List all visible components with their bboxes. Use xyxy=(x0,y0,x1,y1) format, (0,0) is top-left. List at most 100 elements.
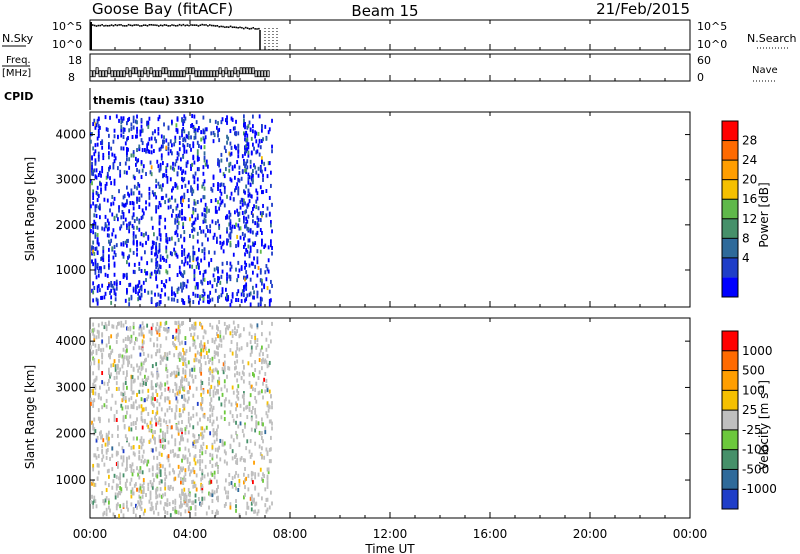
heatmap-cell xyxy=(185,284,188,289)
heatmap-cell xyxy=(137,158,140,163)
heatmap-cell xyxy=(101,405,104,410)
heatmap-cell xyxy=(101,434,104,439)
heatmap-cell xyxy=(223,321,226,326)
heatmap-cell xyxy=(238,165,241,170)
heatmap-cell xyxy=(133,270,136,275)
heatmap-cell xyxy=(212,375,215,380)
heatmap-cell xyxy=(249,439,252,444)
heatmap-cell xyxy=(92,467,95,472)
heatmap-cell xyxy=(176,254,179,259)
heatmap-cell xyxy=(165,474,168,479)
heatmap-cell xyxy=(132,235,135,240)
colorbar-tick-label: 16 xyxy=(742,192,757,206)
heatmap-cell xyxy=(172,506,174,511)
heatmap-cell xyxy=(189,233,191,238)
heatmap-cell xyxy=(182,320,185,325)
heatmap-cell xyxy=(113,244,116,249)
heatmap-cell xyxy=(247,188,250,193)
nsky-point xyxy=(210,24,213,27)
heatmap-cell xyxy=(237,298,240,303)
heatmap-cell xyxy=(177,464,180,469)
heatmap-cell xyxy=(109,345,111,350)
heatmap-cell xyxy=(158,451,161,456)
heatmap-cell xyxy=(148,149,151,154)
heatmap-cell xyxy=(208,377,210,382)
heatmap-cell xyxy=(138,266,141,271)
heatmap-cell xyxy=(244,252,246,257)
heatmap-cell xyxy=(181,379,183,384)
heatmap-cell xyxy=(166,408,169,413)
heatmap-cell xyxy=(254,335,257,340)
heatmap-cell xyxy=(113,181,116,186)
freq-label-line2: [MHz] xyxy=(2,68,31,79)
heatmap-cell xyxy=(230,178,233,183)
heatmap-cell xyxy=(232,252,235,257)
heatmap-cell xyxy=(187,411,190,416)
heatmap-cell xyxy=(183,487,186,492)
heatmap-cell xyxy=(159,472,162,477)
heatmap-cell xyxy=(157,131,160,136)
heatmap-cell xyxy=(120,455,123,460)
nsky-point xyxy=(226,26,228,28)
heatmap-cell xyxy=(257,131,260,136)
nsky-point xyxy=(229,25,232,28)
heatmap-cell xyxy=(202,115,205,120)
heatmap-cell xyxy=(237,187,240,192)
heatmap-cell xyxy=(111,453,114,458)
heatmap-cell xyxy=(101,380,104,385)
heatmap-cell xyxy=(155,362,158,367)
heatmap-cell xyxy=(182,370,185,375)
heatmap-cell xyxy=(245,446,248,451)
heatmap-cell xyxy=(209,358,212,363)
heatmap-cell xyxy=(181,503,183,508)
heatmap-cell xyxy=(205,225,208,230)
freq-point xyxy=(143,67,147,75)
heatmap-cell xyxy=(262,203,264,208)
heatmap-cell xyxy=(207,355,209,360)
heatmap-cell xyxy=(104,291,107,296)
heatmap-cell xyxy=(193,367,196,372)
heatmap-cell xyxy=(164,444,167,449)
freq-point xyxy=(128,70,132,78)
heatmap-cell xyxy=(244,466,246,471)
heatmap-cell xyxy=(151,482,154,487)
heatmap-cell xyxy=(103,295,106,300)
heatmap-cell xyxy=(189,461,191,466)
heatmap-cell xyxy=(268,405,271,410)
heatmap-cell xyxy=(194,444,197,449)
heatmap-cell xyxy=(109,115,111,120)
heatmap-cell xyxy=(124,405,127,410)
heatmap-cell xyxy=(191,367,194,372)
heatmap-cell xyxy=(160,383,163,388)
heatmap-cell xyxy=(110,295,113,300)
heatmap-cell xyxy=(261,389,263,394)
heatmap-cell xyxy=(93,334,96,339)
heatmap-cell xyxy=(122,513,125,518)
heatmap-cell xyxy=(216,236,218,241)
heatmap-cell xyxy=(142,489,145,494)
heatmap-cell xyxy=(264,426,267,431)
heatmap-cell xyxy=(180,413,182,418)
heatmap-cell xyxy=(101,353,104,358)
heatmap-cell xyxy=(203,256,206,261)
heatmap-cell xyxy=(229,274,232,279)
heatmap-cell xyxy=(194,499,197,504)
heatmap-cell xyxy=(92,463,95,468)
heatmap-cell xyxy=(236,278,239,283)
heatmap-cell xyxy=(90,401,92,406)
heatmap-cell xyxy=(110,181,113,186)
x-tick-label: 00:00 xyxy=(73,527,108,541)
heatmap-cell xyxy=(117,134,119,139)
heatmap-cell xyxy=(220,387,223,392)
heatmap-cell xyxy=(258,152,261,157)
heatmap-cell xyxy=(201,325,204,330)
heatmap-cell xyxy=(209,431,212,436)
heatmap-cell xyxy=(140,124,143,129)
heatmap-cell xyxy=(156,236,159,241)
heatmap-cell xyxy=(248,238,251,243)
heatmap-cell xyxy=(187,360,190,365)
heatmap-cell xyxy=(108,440,110,445)
nsky-point xyxy=(163,24,166,26)
freq-point xyxy=(167,70,171,78)
heatmap-cell xyxy=(100,173,102,178)
